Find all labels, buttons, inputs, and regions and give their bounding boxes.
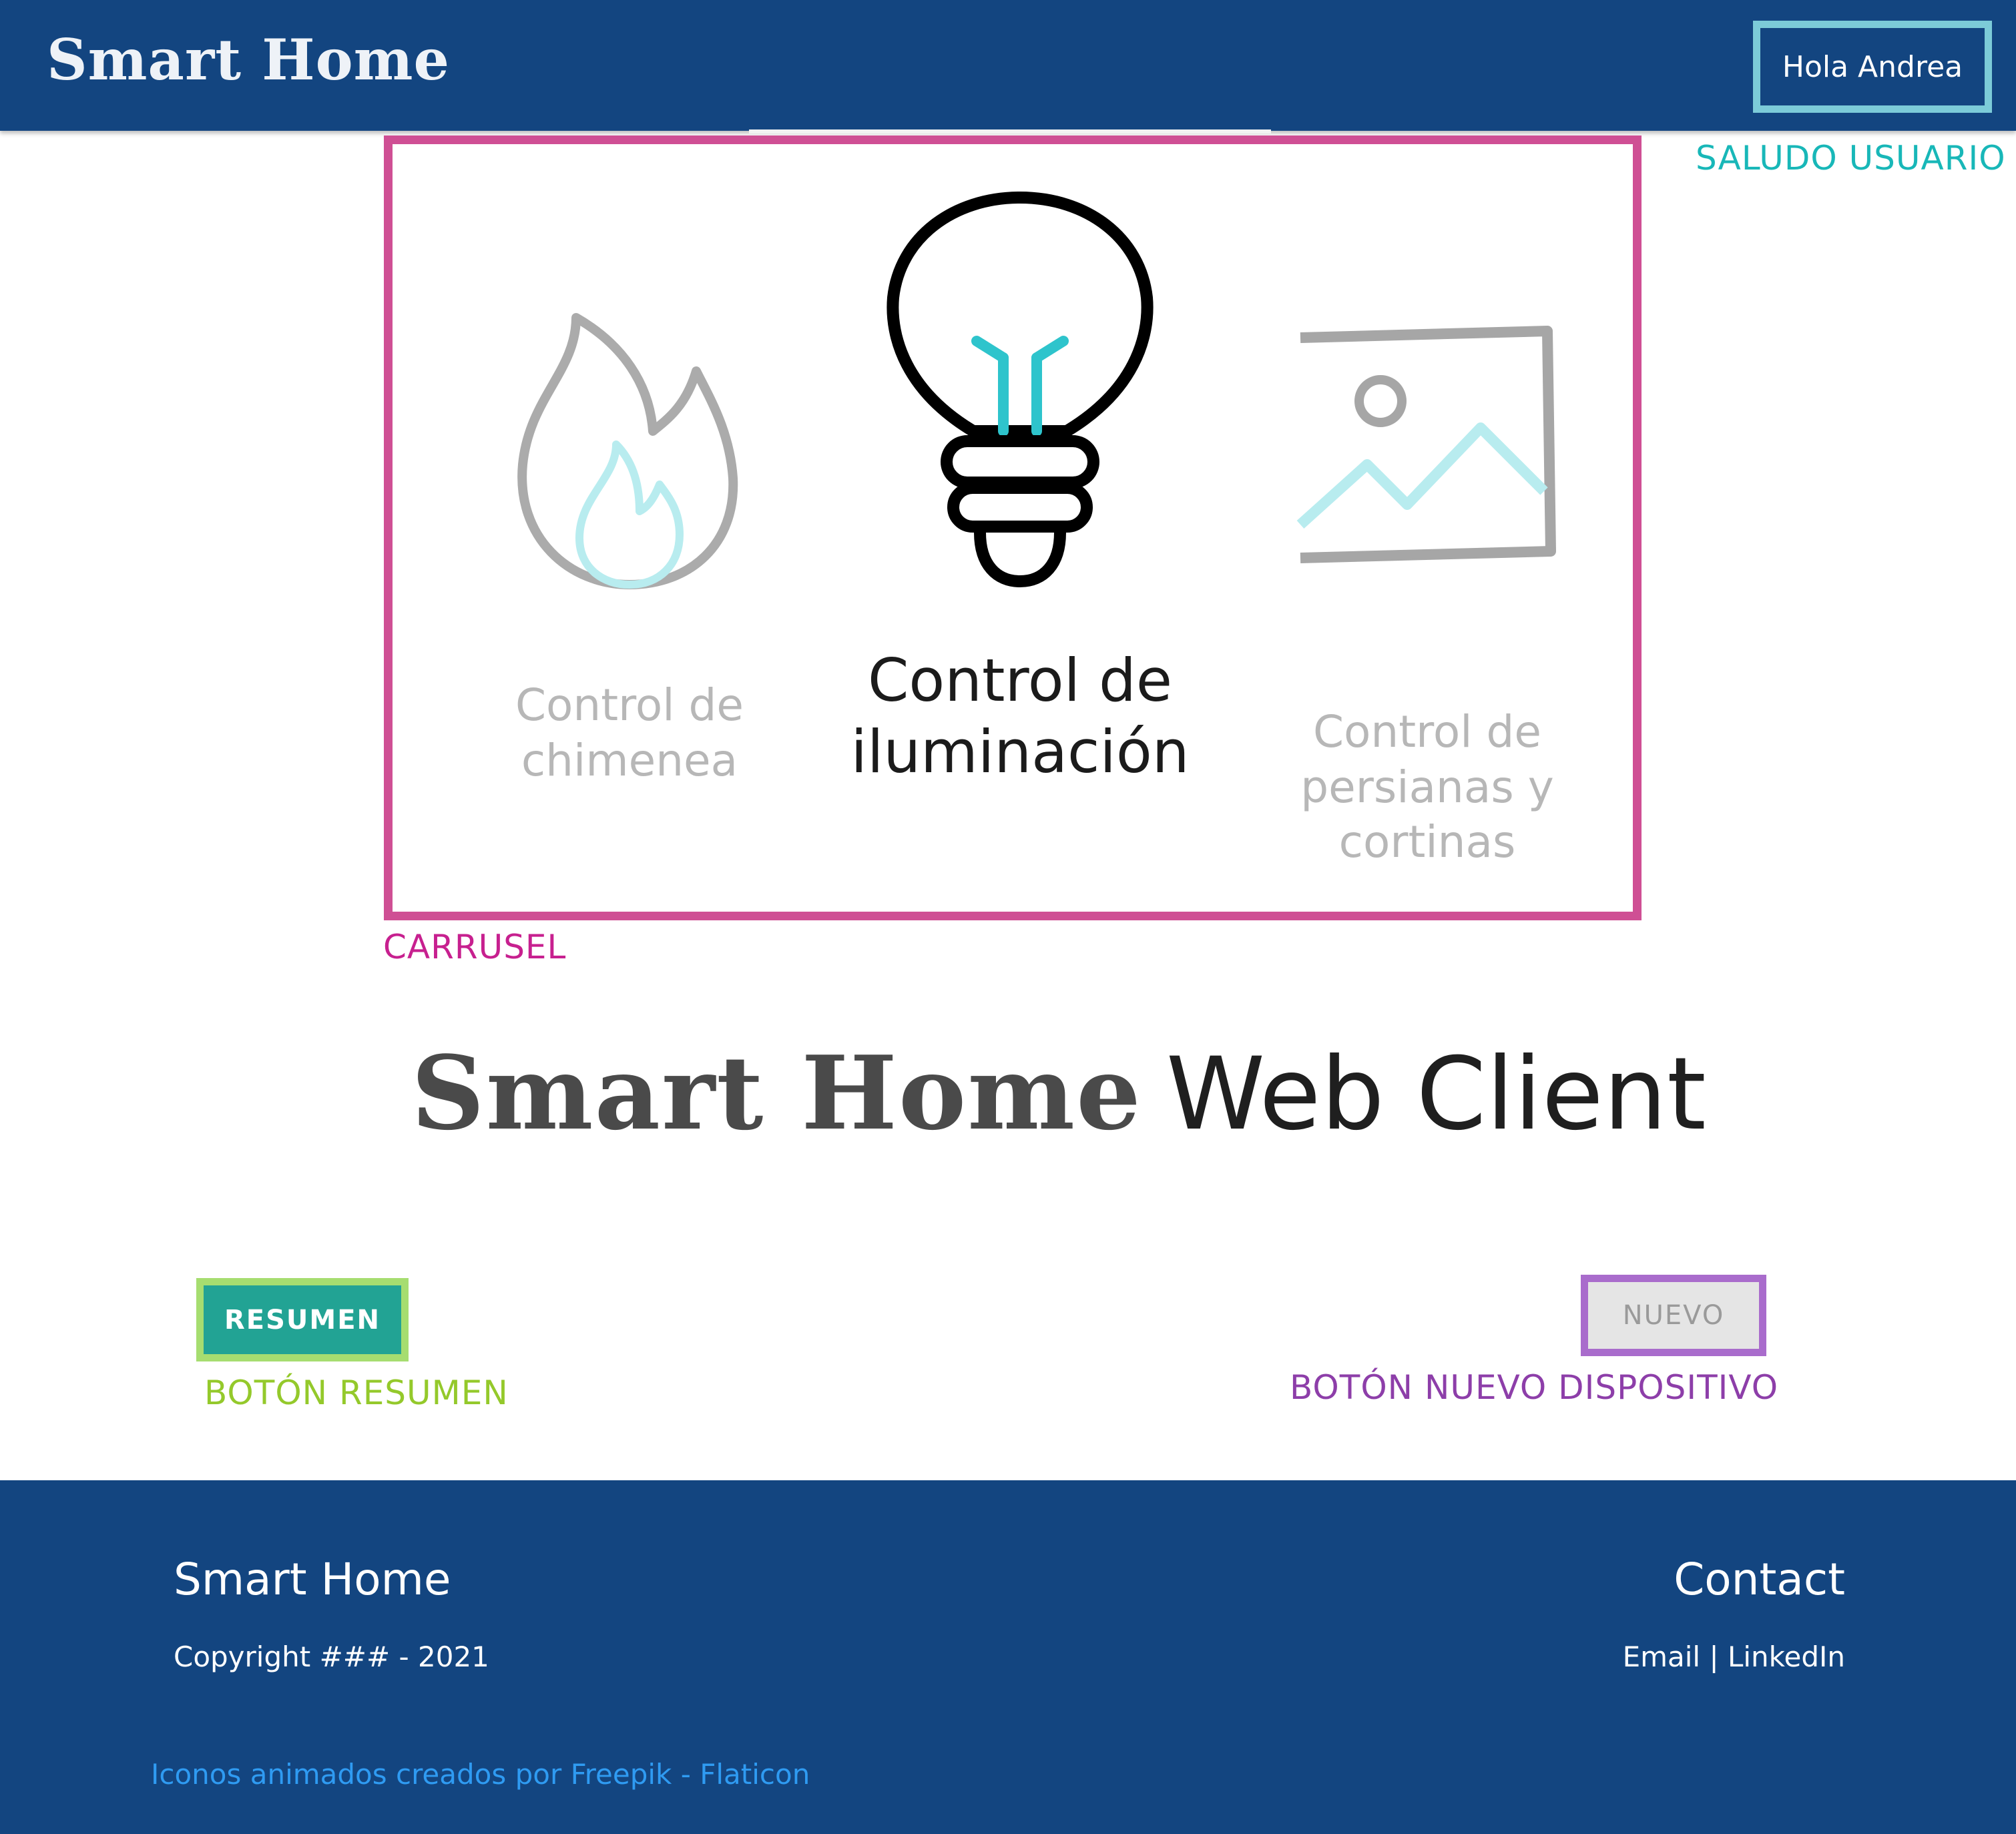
carousel-slide-persianas[interactable]: Control de persianas y cortinas [1267,324,1587,870]
footer-contact-title: Contact [1674,1554,1845,1605]
navbar-brand[interactable]: Smart Home [47,27,450,93]
nuevo-button-label: NUEVO [1622,1300,1725,1331]
slide-label-line2: iluminación [850,717,1190,787]
image-icon [1296,326,1556,563]
slide-label-line2: persianas y [1300,761,1554,813]
hero-subtitle: Web Client [1166,1036,1706,1153]
lightbulb-icon [887,192,1154,588]
page-footer: Smart Home Copyright ### - 2021 Contact … [0,1480,2016,1834]
slide-label-line2: chimenea [521,734,738,786]
annotation-saludo-usuario: SALUDO USUARIO [1696,139,2006,178]
slide-label-line3: cortinas [1338,816,1516,868]
fire-icon [517,313,738,589]
top-navbar: Smart Home Hola Andrea [0,0,2016,131]
nuevo-dispositivo-button[interactable]: NUEVO [1581,1275,1766,1356]
resumen-button[interactable]: RESUMEN [196,1278,409,1361]
hero-brand: Smart Home [411,1033,1142,1153]
user-greeting-box[interactable]: Hola Andrea [1753,21,1992,113]
resumen-button-label: RESUMEN [224,1304,381,1335]
carousel-top-indicator [749,129,1271,133]
annotation-carrusel: CARRUSEL [383,928,567,966]
hero-title: Smart Home Web Client [411,1033,1706,1153]
device-carousel[interactable]: Control de chimenea Control de iluminaci… [384,135,1642,920]
footer-contact-links: Email | LinkedIn [1623,1640,1845,1673]
email-link[interactable]: Email [1623,1640,1701,1673]
linkedin-link[interactable]: LinkedIn [1728,1640,1845,1673]
slide-label-line1: Control de [867,646,1173,715]
carousel-slide-chimenea[interactable]: Control de chimenea [499,298,760,788]
annotation-boton-nuevo: BOTÓN NUEVO DISPOSITIVO [1290,1368,1779,1407]
slide-label-line1: Control de [1312,706,1542,757]
footer-brand: Smart Home [174,1554,451,1605]
footer-copyright: Copyright ### - 2021 [174,1640,489,1673]
link-separator: | [1709,1640,1719,1673]
carousel-slide-iluminacion[interactable]: Control de iluminación [820,191,1220,788]
slide-label-line1: Control de [515,679,744,731]
user-greeting[interactable]: Hola Andrea [1782,50,1963,84]
icon-credit-link[interactable]: Iconos animados creados por Freepik - Fl… [151,1758,810,1791]
annotation-boton-resumen: BOTÓN RESUMEN [204,1373,509,1412]
